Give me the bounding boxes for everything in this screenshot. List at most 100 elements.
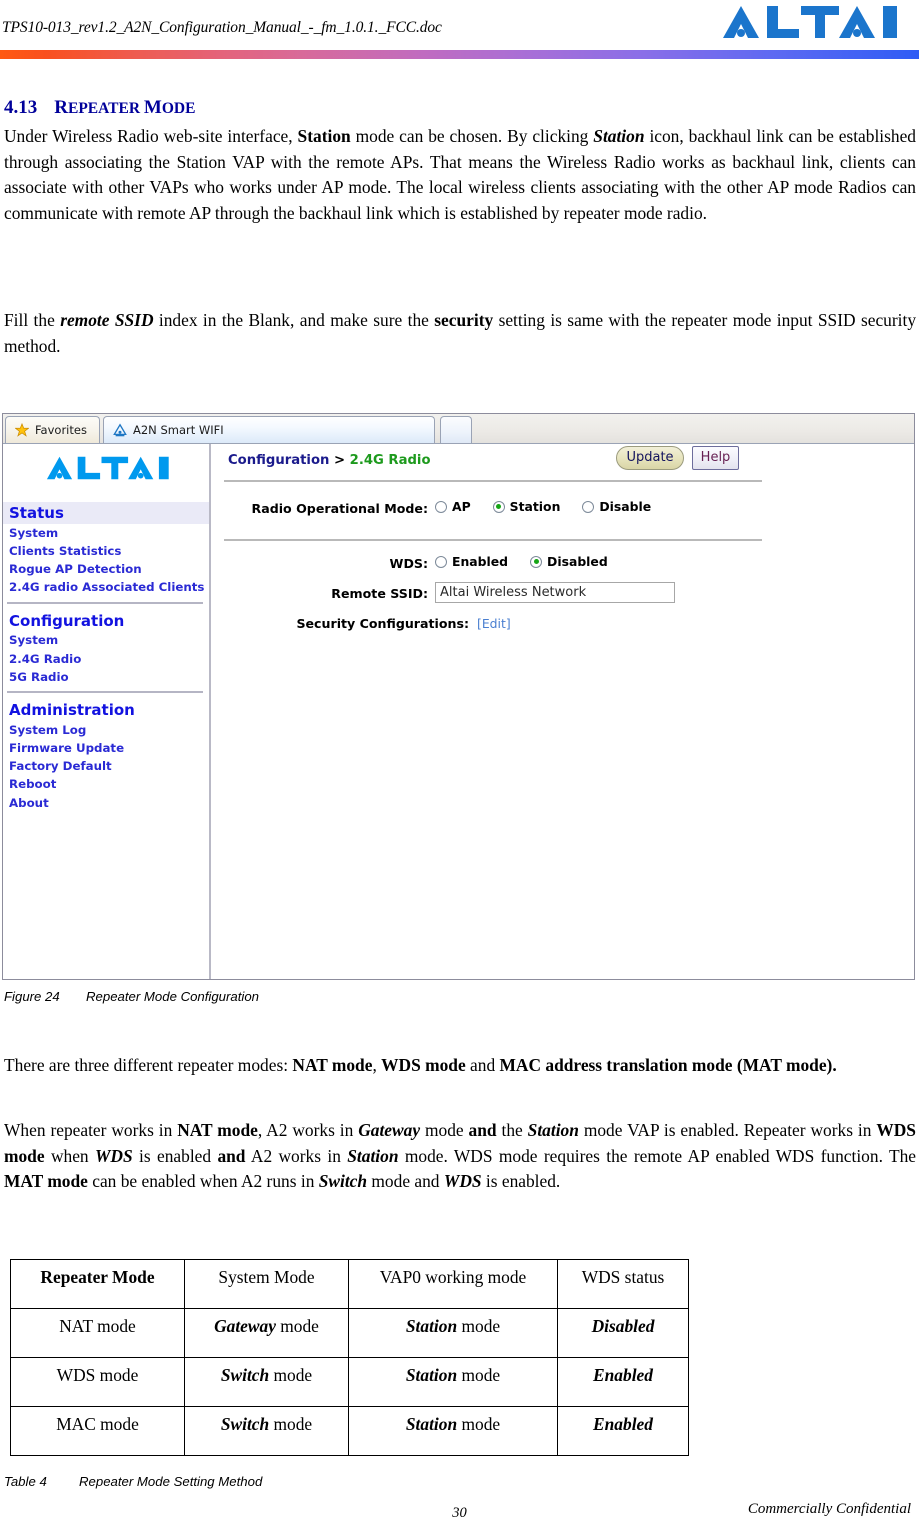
text-run-bold: MAT mode <box>4 1171 88 1192</box>
cell-rest: mode <box>269 1365 313 1385</box>
cell-system-mode: Switch mode <box>184 1406 349 1456</box>
radio-option-ap[interactable]: AP <box>435 499 471 514</box>
sidebar-nav: Status System Clients Statistics Rogue A… <box>3 502 209 812</box>
breadcrumb-separator: > <box>334 453 346 468</box>
cell-em: Switch <box>220 1365 270 1385</box>
cell-em: Enabled <box>593 1414 653 1434</box>
text-run: There are three different repeater modes… <box>4 1055 293 1075</box>
cell-em: Switch <box>220 1414 270 1434</box>
table-header-wds-status: WDS status <box>557 1259 689 1309</box>
radio-dot-wds-enabled[interactable] <box>435 555 447 568</box>
sidebar-item-rogue-ap-detection[interactable]: Rogue AP Detection <box>3 560 209 578</box>
section-title-part: EPEATER <box>67 100 144 117</box>
cell-em: Station <box>405 1365 458 1385</box>
help-button[interactable]: Help <box>692 446 739 470</box>
text-run: Under Wireless Radio web-site interface, <box>4 126 298 146</box>
text-run: is enabled <box>132 1145 218 1166</box>
content-divider-middle <box>224 539 762 541</box>
new-tab-button[interactable] <box>440 416 472 443</box>
nav-divider <box>7 691 203 694</box>
table-caption: Table 4 Repeater Mode Setting Method <box>4 1474 262 1489</box>
text-run-bold: and <box>217 1145 246 1166</box>
sidebar-item-about[interactable]: About <box>3 794 209 812</box>
text-run: , <box>372 1055 382 1075</box>
altai-logo <box>723 6 897 38</box>
radio-option-station[interactable]: Station <box>492 499 561 514</box>
figure-screenshot: Favorites A2N Smart WIFI Status System C… <box>2 413 915 980</box>
text-run: , A2 works in <box>257 1120 359 1140</box>
table-row: WDS mode Switch mode Station mode Enable… <box>10 1357 689 1407</box>
nav-heading-administration: Administration <box>9 701 135 720</box>
altai-logo-webui <box>46 456 169 480</box>
breadcrumb-configuration[interactable]: Configuration <box>228 453 329 468</box>
radio-mode-label: Radio Operational Mode: <box>251 501 428 516</box>
text-run: when <box>44 1145 95 1166</box>
text-run: mode can be chosen. By clicking <box>350 126 594 146</box>
radio-dot-station[interactable] <box>492 500 505 513</box>
radio-option-disable[interactable]: Disable <box>582 499 651 514</box>
nav-group-administration: Administration System Log Firmware Updat… <box>3 699 209 812</box>
sidebar-item-5g-radio[interactable]: 5G Radio <box>3 668 209 686</box>
text-run-bold-italic: Station <box>527 1120 579 1140</box>
wds-label: WDS: <box>389 556 428 571</box>
text-run-bold: security <box>434 310 494 330</box>
cell-em: Gateway <box>214 1316 276 1336</box>
cell-repeater-mode: NAT mode <box>10 1308 185 1358</box>
cell-vap0-mode: Station mode <box>348 1406 558 1456</box>
radio-option-wds-enabled[interactable]: Enabled <box>435 554 508 569</box>
text-run: mode. WDS mode requires the remote AP en… <box>398 1145 916 1166</box>
repeater-mode-table: Repeater Mode System Mode VAP0 working m… <box>10 1259 689 1456</box>
text-run-bold-italic: remote SSID <box>60 310 154 330</box>
paragraph-three-modes: There are three different repeater modes… <box>4 1053 916 1079</box>
cell-rest: mode <box>457 1316 501 1336</box>
sidebar-item-clients-statistics[interactable]: Clients Statistics <box>3 542 209 560</box>
table-caption-text: Repeater Mode Setting Method <box>79 1474 263 1489</box>
text-run-bold-italic: Station <box>347 1145 399 1166</box>
cell-em: Disabled <box>591 1316 655 1336</box>
sidebar-item-firmware-update[interactable]: Firmware Update <box>3 740 209 758</box>
text-run-bold: MAC address translation mode (MAT mode). <box>499 1055 837 1075</box>
update-button[interactable]: Update <box>616 446 684 470</box>
figure-caption: Figure 24 Repeater Mode Configuration <box>4 989 259 1004</box>
paragraph-intro: Under Wireless Radio web-site interface,… <box>4 124 916 226</box>
sidebar-item-system-log[interactable]: System Log <box>3 721 209 739</box>
table-header-system-mode: System Mode <box>184 1259 349 1309</box>
web-ui-sidebar: Status System Clients Statistics Rogue A… <box>3 444 211 979</box>
radio-label-station: Station <box>509 499 561 514</box>
section-title-part: ODE <box>161 100 196 117</box>
radio-dot-ap[interactable] <box>435 500 447 513</box>
figure-caption-label: Figure 24 <box>4 989 60 1004</box>
sidebar-item-status-system[interactable]: System <box>3 524 209 542</box>
sidebar-item-24g-radio[interactable]: 2.4G Radio <box>3 650 209 668</box>
tab-favorites[interactable]: Favorites <box>5 416 100 443</box>
remote-ssid-input[interactable]: Altai Wireless Network <box>435 582 675 603</box>
radio-dot-wds-disabled[interactable] <box>530 555 543 568</box>
radio-option-wds-disabled[interactable]: Disabled <box>530 554 608 569</box>
text-run: mode VAP is enabled. Repeater works in <box>578 1120 877 1140</box>
table-header-repeater-mode: Repeater Mode <box>10 1259 185 1309</box>
cell-wds-status: Enabled <box>557 1357 689 1407</box>
sidebar-item-factory-default[interactable]: Factory Default <box>3 758 209 776</box>
text-run: and <box>465 1055 500 1075</box>
header-filename: TPS10-013_rev1.2_A2N_Configuration_Manua… <box>2 19 442 36</box>
cell-em: Enabled <box>593 1365 653 1385</box>
text-run: is enabled. <box>481 1171 561 1192</box>
radio-dot-disable[interactable] <box>582 500 595 513</box>
cell-vap0-mode: Station mode <box>348 1308 558 1358</box>
content-divider-top <box>224 480 762 482</box>
text-run: can be enabled when A2 runs in <box>87 1171 319 1192</box>
breadcrumb-24g-radio: 2.4G Radio <box>349 453 431 468</box>
text-run: mode <box>420 1120 469 1140</box>
cell-rest: mode <box>269 1414 313 1434</box>
section-title-part: M <box>143 97 162 118</box>
sidebar-item-24g-associated-clients[interactable]: 2.4G radio Associated Clients <box>3 579 209 597</box>
nav-heading-configuration: Configuration <box>9 611 125 630</box>
security-edit-link[interactable]: [Edit] <box>477 616 511 631</box>
text-run: mode and <box>367 1171 444 1192</box>
radio-mode-options: AP Station Disable <box>435 499 651 514</box>
tab-a2n-smart-wifi[interactable]: A2N Smart WIFI <box>103 416 435 443</box>
sidebar-item-reboot[interactable]: Reboot <box>3 776 209 794</box>
radio-label-ap: AP <box>452 499 471 514</box>
cell-wds-status: Disabled <box>557 1308 689 1358</box>
sidebar-item-config-system[interactable]: System <box>3 632 209 650</box>
